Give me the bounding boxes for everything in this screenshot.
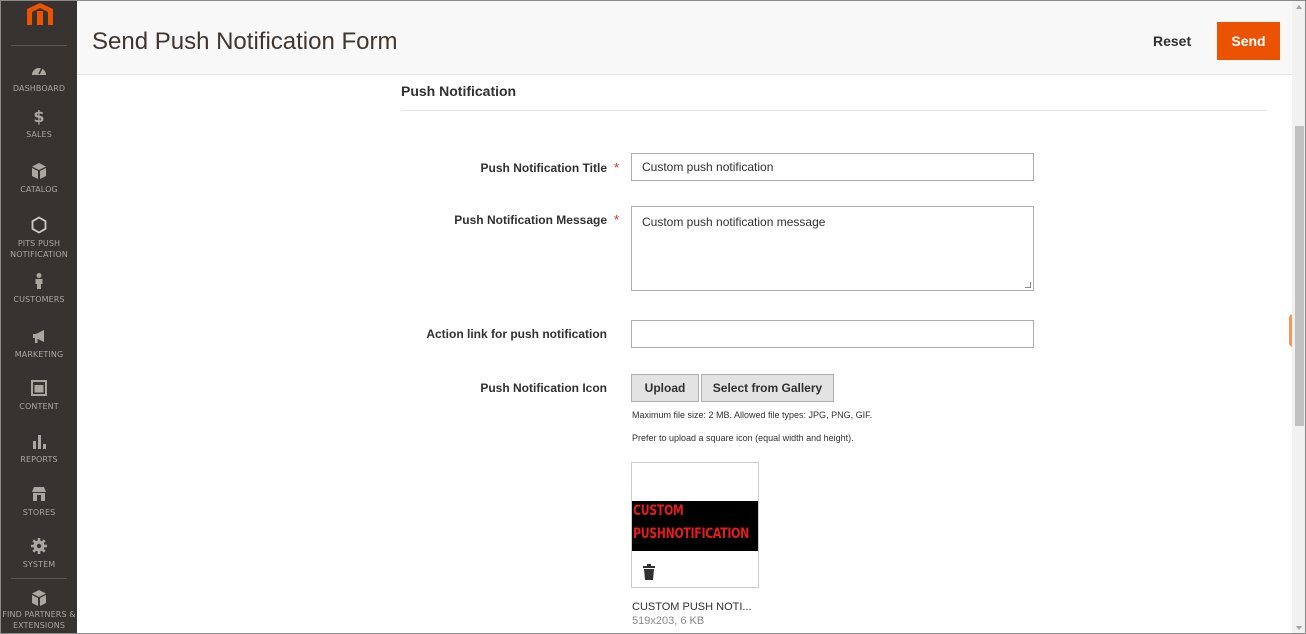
logo-divider — [11, 45, 67, 46]
file-name: CUSTOM PUSH NOTI... — [632, 601, 752, 613]
select-from-gallery-button[interactable]: Select from Gallery — [701, 374, 834, 402]
resize-handle[interactable] — [1025, 282, 1031, 288]
square-icon-note: Prefer to upload a square icon (equal wi… — [632, 433, 854, 443]
magento-logo-icon[interactable] — [23, 3, 57, 25]
person-icon — [35, 273, 43, 289]
sidebar-item-label: SALES — [26, 130, 52, 139]
scroll-thumb[interactable] — [1295, 126, 1304, 426]
action-link-input[interactable] — [631, 320, 1034, 348]
page-title: Send Push Notification Form — [92, 28, 398, 55]
sidebar-item-label: SYSTEM — [22, 560, 56, 569]
trash-icon[interactable] — [643, 564, 655, 580]
message-label: Push Notification Message — [454, 213, 607, 227]
scroll-down-arrow-icon[interactable] — [1296, 626, 1302, 630]
hexagon-icon — [31, 216, 47, 234]
required-mark: * — [614, 160, 620, 175]
svg-text:$: $ — [33, 107, 44, 125]
file-size-note: Maximum file size: 2 MB. Allowed file ty… — [632, 410, 873, 420]
sidebar-item-label: CONTENT — [19, 402, 59, 411]
sidebar-item-dashboard[interactable]: DASHBOARD — [1, 61, 77, 94]
sidebar-item-label: DASHBOARD — [12, 84, 66, 93]
file-meta: 519x203, 6 KB — [632, 615, 705, 627]
box-icon — [32, 163, 46, 179]
send-button[interactable]: Send — [1217, 22, 1280, 60]
gear-icon — [31, 538, 47, 554]
vertical-scrollbar[interactable] — [1292, 1, 1305, 633]
sidebar-item-marketing[interactable]: MARKETING — [1, 327, 77, 360]
upload-button[interactable]: Upload — [631, 374, 699, 402]
sidebar-item-label: CUSTOMERS — [13, 295, 65, 304]
required-mark: * — [614, 212, 620, 227]
dashboard-icon — [32, 67, 46, 75]
message-text: Custom push notification message — [642, 215, 826, 229]
sidebar-item-find-partners[interactable]: FIND PARTNERS & EXTENSIONS — [1, 589, 77, 631]
page-header: Send Push Notification Form Reset Send — [77, 1, 1292, 75]
icon-label: Push Notification Icon — [480, 381, 607, 395]
sidebar-item-label: STORES — [22, 508, 56, 517]
sidebar-item-customers[interactable]: CUSTOMERS — [1, 272, 77, 305]
sidebar-item-system[interactable]: SYSTEM — [1, 537, 77, 570]
sidebar-item-label: REPORTS — [20, 455, 58, 464]
preview-text-line2: PUSHNOTIFICATION — [633, 526, 749, 542]
uploaded-image-preview[interactable]: CUSTOM PUSHNOTIFICATION — [631, 462, 759, 588]
sidebar-item-label: CATALOG — [20, 185, 58, 194]
sidebar-item-label: PITS PUSH NOTIFICATION — [10, 239, 68, 259]
sidebar-item-reports[interactable]: REPORTS — [1, 432, 77, 465]
scroll-up-arrow-icon[interactable] — [1296, 5, 1302, 9]
sidebar-divider — [11, 578, 67, 579]
title-input[interactable] — [631, 153, 1034, 181]
store-icon — [32, 487, 46, 501]
title-label: Push Notification Title — [480, 161, 607, 175]
reset-button[interactable]: Reset — [1153, 33, 1191, 49]
preview-text-line1: CUSTOM — [633, 503, 684, 519]
sidebar-item-pits-push-notification[interactable]: PITS PUSH NOTIFICATION — [1, 216, 77, 260]
section-title[interactable]: Push Notification — [401, 83, 516, 99]
dollar-icon: $ — [33, 107, 44, 125]
sidebar-item-stores[interactable]: STORES — [1, 485, 77, 518]
action-link-label: Action link for push notification — [426, 327, 607, 341]
layout-icon — [31, 380, 47, 396]
sidebar-item-content[interactable]: CONTENT — [1, 379, 77, 412]
message-textarea[interactable]: Custom push notification message — [631, 206, 1034, 291]
sidebar-item-sales[interactable]: $ SALES — [1, 107, 77, 140]
admin-page: DASHBOARD $ SALES CATALOG PITS PUSH NOTI… — [0, 0, 1306, 634]
sidebar-item-label: FIND PARTNERS & EXTENSIONS — [2, 610, 76, 630]
section-divider — [401, 110, 1267, 111]
preview-thumbnail: CUSTOM PUSHNOTIFICATION — [632, 501, 758, 551]
admin-sidebar: DASHBOARD $ SALES CATALOG PITS PUSH NOTI… — [1, 1, 77, 633]
bar-chart-icon — [33, 435, 46, 449]
megaphone-icon — [33, 330, 44, 343]
sidebar-item-label: MARKETING — [14, 350, 64, 359]
sidebar-item-catalog[interactable]: CATALOG — [1, 162, 77, 195]
extensions-icon — [32, 590, 46, 606]
